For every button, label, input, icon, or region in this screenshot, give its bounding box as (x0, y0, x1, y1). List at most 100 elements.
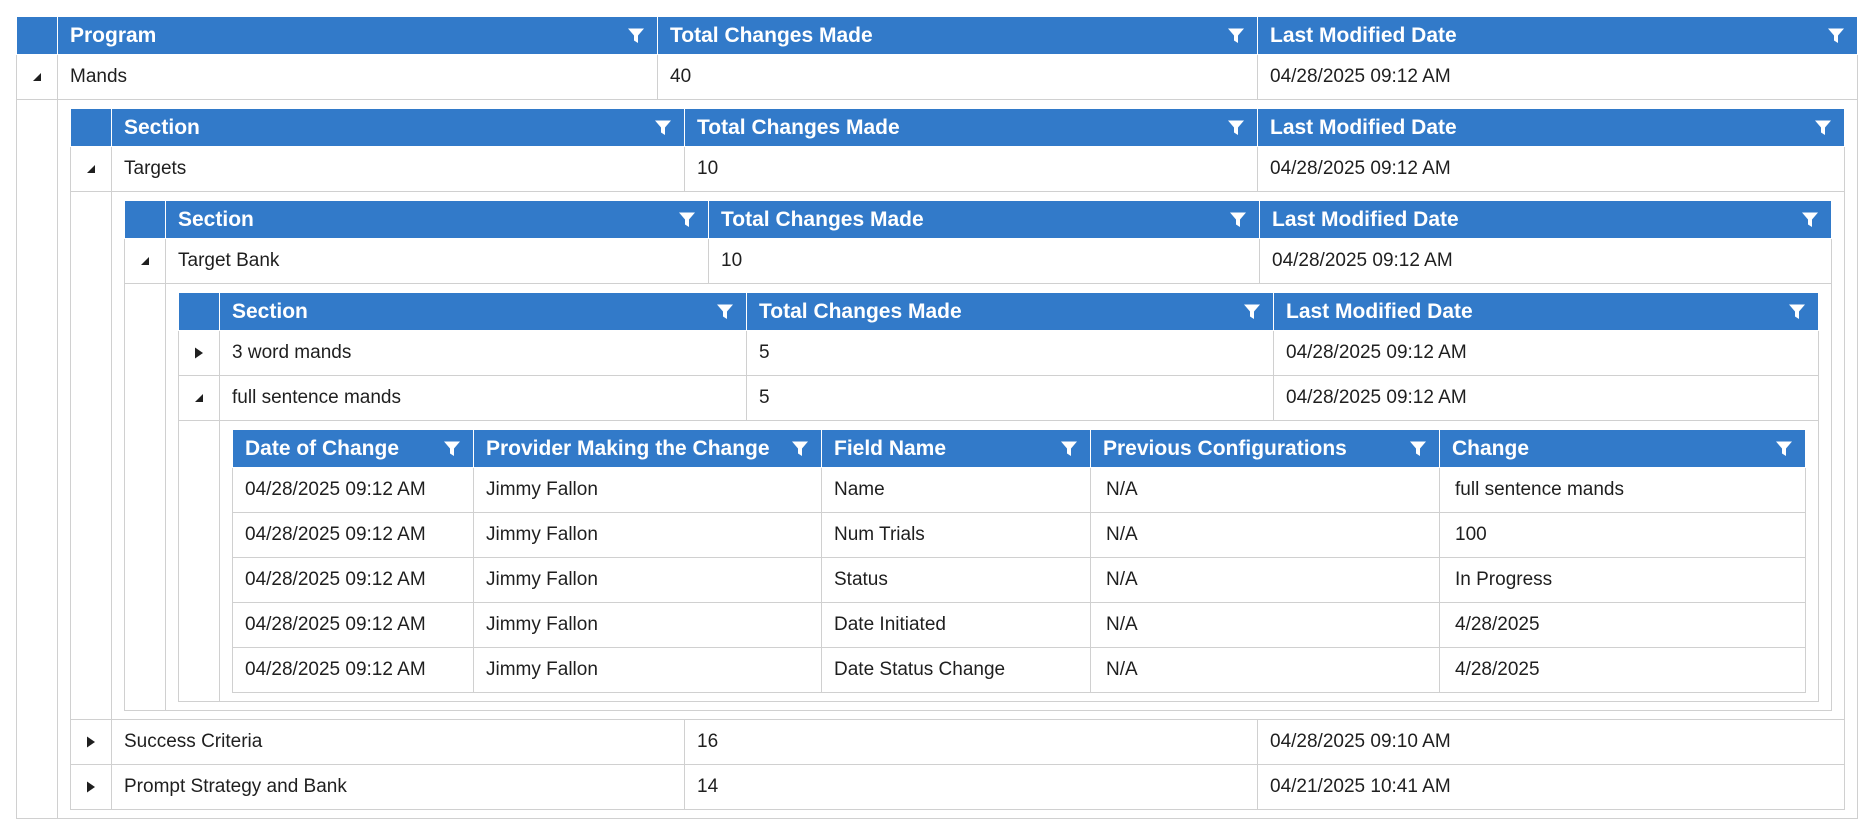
filter-icon[interactable] (654, 119, 672, 137)
column-header-total-changes[interactable]: Total Changes Made (746, 292, 1274, 331)
total-changes-cell: 16 (684, 719, 1258, 765)
last-modified-cell: 04/28/2025 09:12 AM (1259, 238, 1832, 284)
caret-expanded-icon[interactable] (25, 65, 49, 89)
field-name-cell: Num Trials (821, 512, 1091, 558)
filter-icon[interactable] (716, 303, 734, 321)
column-header-section[interactable]: Section (165, 200, 709, 239)
column-header-date-of-change[interactable]: Date of Change (232, 429, 474, 468)
filter-icon[interactable] (791, 440, 809, 458)
last-modified-cell: 04/28/2025 09:12 AM (1273, 375, 1819, 421)
column-header-total-changes[interactable]: Total Changes Made (708, 200, 1260, 239)
filter-icon[interactable] (627, 27, 645, 45)
filter-icon[interactable] (1801, 211, 1819, 229)
change-value-cell: 100 (1439, 512, 1806, 558)
detail-indent (178, 420, 220, 702)
last-modified-cell: 04/28/2025 09:12 AM (1273, 330, 1819, 376)
section-row-prompt-strategy[interactable]: Prompt Strategy and Bank 14 04/21/2025 1… (70, 764, 1845, 810)
date-of-change-cell: 04/28/2025 09:12 AM (232, 557, 474, 603)
change-history-root: Program Total Changes Made Last Modified… (16, 16, 1858, 819)
filter-icon[interactable] (1775, 440, 1793, 458)
section-grid-header: Section Total Changes Made Last Modified… (70, 108, 1845, 147)
filter-icon[interactable] (1227, 119, 1245, 137)
date-of-change-cell: 04/28/2025 09:12 AM (232, 512, 474, 558)
caret-collapsed-icon[interactable] (187, 341, 211, 365)
expander-cell (178, 330, 220, 376)
provider-cell: Jimmy Fallon (473, 602, 822, 648)
column-header-total-changes[interactable]: Total Changes Made (684, 108, 1258, 147)
program-grid-header: Program Total Changes Made Last Modified… (16, 16, 1858, 55)
filter-icon[interactable] (1243, 303, 1261, 321)
subsection-detail-row: Section Total Changes Made Last Modified… (124, 283, 1832, 711)
detail-content: Date of Change Provider Making the Chang… (219, 420, 1819, 702)
detail-indent (70, 191, 112, 720)
total-changes-cell: 14 (684, 764, 1258, 810)
program-row-mands[interactable]: Mands 40 04/28/2025 09:12 AM (16, 54, 1858, 100)
target-grid-header: Section Total Changes Made Last Modified… (178, 292, 1819, 331)
column-header-provider[interactable]: Provider Making the Change (473, 429, 822, 468)
subsection-grid-header: Section Total Changes Made Last Modified… (124, 200, 1832, 239)
filter-icon[interactable] (1060, 440, 1078, 458)
total-changes-cell: 10 (684, 146, 1258, 192)
target-row-full-sentence-mands[interactable]: full sentence mands 5 04/28/2025 09:12 A… (178, 375, 1819, 421)
column-header-last-modified[interactable]: Last Modified Date (1257, 108, 1845, 147)
detail-content: Section Total Changes Made Last Modified… (111, 191, 1845, 720)
filter-icon[interactable] (1409, 440, 1427, 458)
section-detail-row: Section Total Changes Made Last Modified… (70, 191, 1845, 720)
section-row-success-criteria[interactable]: Success Criteria 16 04/28/2025 09:10 AM (70, 719, 1845, 765)
column-header-label: Previous Configurations (1103, 436, 1347, 460)
change-value-cell: In Progress (1439, 557, 1806, 603)
filter-icon[interactable] (1229, 211, 1247, 229)
change-value-cell: full sentence mands (1439, 467, 1806, 513)
date-of-change-cell: 04/28/2025 09:12 AM (232, 647, 474, 693)
column-header-field-name[interactable]: Field Name (821, 429, 1091, 468)
column-header-previous-configurations[interactable]: Previous Configurations (1090, 429, 1440, 468)
filter-icon[interactable] (678, 211, 696, 229)
field-name-cell: Status (821, 557, 1091, 603)
column-header-last-modified[interactable]: Last Modified Date (1257, 16, 1858, 55)
field-name-cell: Date Initiated (821, 602, 1091, 648)
column-header-last-modified[interactable]: Last Modified Date (1259, 200, 1832, 239)
header-expander-cell (124, 200, 166, 239)
filter-icon[interactable] (1814, 119, 1832, 137)
column-header-total-changes[interactable]: Total Changes Made (657, 16, 1258, 55)
previous-config-cell: N/A (1090, 602, 1440, 648)
filter-icon[interactable] (1788, 303, 1806, 321)
total-changes-cell: 10 (708, 238, 1260, 284)
previous-config-cell: N/A (1090, 557, 1440, 603)
detail-indent (124, 283, 166, 711)
column-header-section[interactable]: Section (111, 108, 685, 147)
column-header-change[interactable]: Change (1439, 429, 1806, 468)
target-row-3-word-mands[interactable]: 3 word mands 5 04/28/2025 09:12 AM (178, 330, 1819, 376)
program-name-cell: Mands (57, 54, 658, 100)
column-header-label: Program (70, 23, 157, 47)
change-row: 04/28/2025 09:12 AM Jimmy Fallon Status … (232, 557, 1806, 603)
caret-expanded-icon[interactable] (79, 157, 103, 181)
field-name-cell: Name (821, 467, 1091, 513)
caret-collapsed-icon[interactable] (79, 730, 103, 754)
caret-collapsed-icon[interactable] (79, 775, 103, 799)
section-row-targets[interactable]: Targets 10 04/28/2025 09:12 AM (70, 146, 1845, 192)
caret-expanded-icon[interactable] (133, 249, 157, 273)
column-header-program[interactable]: Program (57, 16, 658, 55)
header-expander-cell (70, 108, 112, 147)
filter-icon[interactable] (1827, 27, 1845, 45)
filter-icon[interactable] (443, 440, 461, 458)
subsection-row-target-bank[interactable]: Target Bank 10 04/28/2025 09:12 AM (124, 238, 1832, 284)
provider-cell: Jimmy Fallon (473, 467, 822, 513)
column-header-label: Field Name (834, 436, 947, 460)
last-modified-cell: 04/28/2025 09:12 AM (1257, 54, 1858, 100)
previous-config-cell: N/A (1090, 467, 1440, 513)
section-name-cell: Targets (111, 146, 685, 192)
filter-icon[interactable] (1227, 27, 1245, 45)
column-header-label: Section (178, 207, 254, 231)
provider-cell: Jimmy Fallon (473, 512, 822, 558)
detail-content: Section Total Changes Made Last Modified… (165, 283, 1832, 711)
caret-expanded-icon[interactable] (187, 386, 211, 410)
column-header-last-modified[interactable]: Last Modified Date (1273, 292, 1819, 331)
last-modified-cell: 04/28/2025 09:12 AM (1257, 146, 1845, 192)
expander-cell (70, 764, 112, 810)
column-header-label: Provider Making the Change (486, 436, 770, 460)
provider-cell: Jimmy Fallon (473, 647, 822, 693)
detail-indent (16, 99, 58, 819)
column-header-section[interactable]: Section (219, 292, 747, 331)
